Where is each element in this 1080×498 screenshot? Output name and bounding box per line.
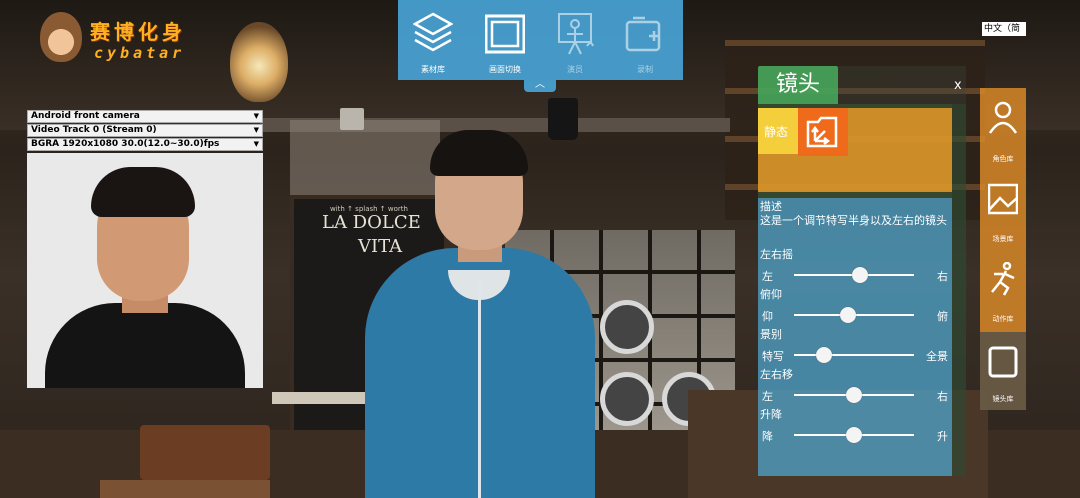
logo-text-en: cybatar bbox=[94, 44, 186, 62]
frame-icon bbox=[988, 346, 1018, 378]
record-icon bbox=[625, 16, 661, 52]
avatar-character[interactable] bbox=[350, 130, 610, 498]
hanging-bulb bbox=[230, 22, 288, 102]
toolbar-item-assets[interactable]: 素材库 bbox=[398, 0, 468, 80]
language-select[interactable]: 中文（简 bbox=[982, 22, 1026, 36]
avatar-zipper bbox=[478, 280, 481, 498]
camera-angle-button[interactable] bbox=[798, 108, 848, 156]
toolbar-label: 画面切换 bbox=[489, 65, 521, 74]
description-text: 这是一个调节特写半身以及左右的镜头 bbox=[760, 214, 947, 227]
person-icon bbox=[988, 101, 1018, 134]
slider-max-label: 俯 bbox=[937, 310, 948, 323]
camera-angle-icon bbox=[806, 116, 838, 148]
slider-max-label: 全景 bbox=[926, 350, 948, 363]
library-sidebar: 角色库 场景库 动作库 镜头库 bbox=[980, 88, 1026, 410]
slider-knob[interactable] bbox=[846, 387, 862, 403]
video-format-select[interactable]: BGRA 1920x1080 30.0(12.0~30.0)fps ▼ bbox=[27, 138, 263, 151]
top-toolbar: 素材库 画面切换 演员 录制 bbox=[398, 0, 683, 80]
toolbar-item-record[interactable]: 录制 bbox=[610, 0, 680, 80]
toolbar-label: 演员 bbox=[567, 65, 583, 74]
slider-row: 左右 bbox=[758, 386, 952, 403]
monkey-mascot-icon bbox=[40, 12, 82, 62]
toolbar-label: 素材库 bbox=[421, 65, 445, 74]
library-label: 镜头库 bbox=[992, 395, 1014, 403]
library-label: 角色库 bbox=[992, 155, 1014, 163]
logo-text-cn: 赛博化身 bbox=[90, 20, 186, 44]
library-item-shot[interactable]: 镜头库 bbox=[980, 340, 1026, 410]
camera-person-body bbox=[45, 303, 245, 388]
library-item-character[interactable]: 角色库 bbox=[980, 98, 1026, 168]
tabletop bbox=[100, 480, 270, 498]
dropdown-arrow-icon: ▼ bbox=[253, 112, 259, 120]
screen-switch-icon bbox=[485, 14, 525, 54]
toolbar-item-screen-switch[interactable]: 画面切换 bbox=[470, 0, 540, 80]
camera-person-hair bbox=[91, 167, 195, 217]
library-label: 动作库 bbox=[992, 315, 1014, 323]
image-icon bbox=[988, 183, 1018, 215]
video-track-value: Video Track 0 (Stream 0) bbox=[31, 125, 157, 135]
slider-track[interactable] bbox=[794, 354, 914, 356]
video-track-select[interactable]: Video Track 0 (Stream 0) ▼ bbox=[27, 124, 263, 137]
toolbar-collapse-button[interactable]: ︿ bbox=[524, 80, 556, 92]
slider-name: 俯仰 bbox=[760, 288, 782, 301]
slider-knob[interactable] bbox=[846, 427, 862, 443]
description-label: 描述 bbox=[760, 200, 782, 213]
slider-knob[interactable] bbox=[816, 347, 832, 363]
slider-min-label: 特写 bbox=[762, 350, 784, 363]
ceiling-light bbox=[340, 108, 364, 130]
camera-device-value: Android front camera bbox=[31, 111, 140, 121]
camera-device-select[interactable]: Android front camera ▼ bbox=[27, 110, 263, 123]
toolbar-label: 录制 bbox=[637, 65, 653, 74]
panel-titlebar bbox=[838, 66, 966, 104]
slider-min-label: 左 bbox=[762, 270, 773, 283]
slider-row: 仰俯 bbox=[758, 306, 952, 323]
library-item-action[interactable]: 动作库 bbox=[980, 258, 1026, 328]
slider-knob[interactable] bbox=[840, 307, 856, 323]
slider-min-label: 降 bbox=[762, 430, 773, 443]
toolbar-item-actor[interactable]: 演员 bbox=[540, 0, 610, 80]
slider-name: 升降 bbox=[760, 408, 782, 421]
actor-icon bbox=[558, 13, 594, 55]
running-icon bbox=[991, 262, 1015, 296]
slider-min-label: 仰 bbox=[762, 310, 773, 323]
library-label: 场景库 bbox=[992, 235, 1014, 243]
slider-max-label: 升 bbox=[937, 430, 948, 443]
dropdown-arrow-icon: ▼ bbox=[253, 126, 259, 134]
slider-max-label: 右 bbox=[937, 270, 948, 283]
chair bbox=[140, 425, 270, 480]
dropdown-arrow-icon: ▼ bbox=[253, 140, 259, 148]
slider-row: 左右 bbox=[758, 266, 952, 283]
camera-preview bbox=[27, 153, 263, 388]
panel-title: 镜头 bbox=[758, 66, 838, 104]
slider-knob[interactable] bbox=[852, 267, 868, 283]
avatar-hair bbox=[430, 130, 528, 176]
video-format-value: BGRA 1920x1080 30.0(12.0~30.0)fps bbox=[31, 139, 220, 149]
layers-icon bbox=[413, 12, 453, 52]
slider-name: 景别 bbox=[760, 328, 782, 341]
close-button[interactable]: x bbox=[954, 78, 962, 93]
chevron-up-icon: ︿ bbox=[535, 79, 545, 90]
app-logo: 赛博化身 cybatar bbox=[38, 10, 208, 68]
slider-name: 左右摇 bbox=[760, 248, 793, 261]
static-mode-label: 静态 bbox=[764, 125, 789, 139]
slider-name: 左右移 bbox=[760, 368, 793, 381]
slider-row: 降升 bbox=[758, 426, 952, 443]
slider-max-label: 右 bbox=[937, 390, 948, 403]
slider-row: 特写 全景 bbox=[758, 346, 952, 363]
shot-panel: 镜头 x 静态 描述 这是一个调节特写半身以及左右的镜头 左右摇左右俯仰仰俯景别… bbox=[758, 66, 966, 476]
panel-scrollbar[interactable] bbox=[952, 104, 966, 476]
library-item-scene[interactable]: 场景库 bbox=[980, 176, 1026, 246]
slider-min-label: 左 bbox=[762, 390, 773, 403]
